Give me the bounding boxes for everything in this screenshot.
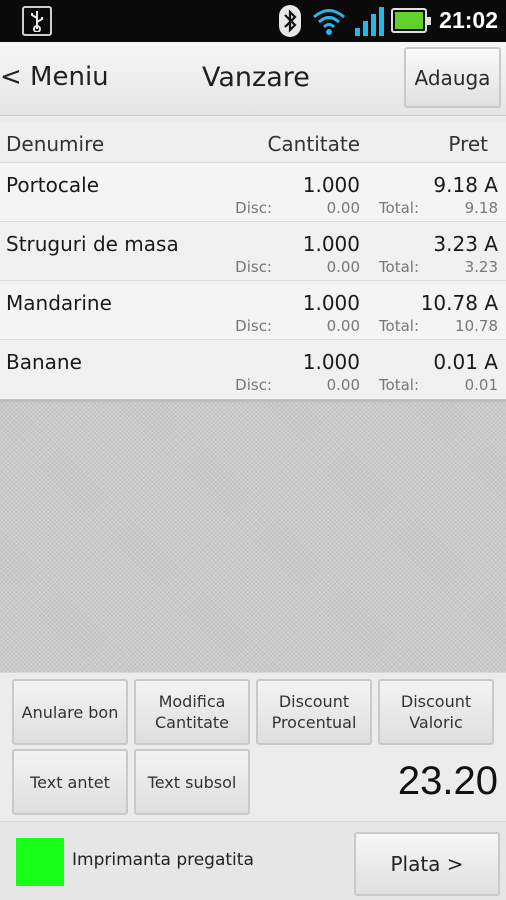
table-row[interactable]: Mandarine 1.000 10.78 A Disc: 0.00 Total… (0, 280, 506, 339)
total-value: 3.23 (464, 258, 498, 276)
item-quantity: 1.000 (302, 350, 360, 374)
printer-status-indicator (16, 838, 64, 886)
back-to-menu-link[interactable]: < Meniu (0, 62, 109, 92)
footer-text-button[interactable]: Text subsol (134, 749, 250, 815)
usb-icon (22, 6, 52, 36)
cancel-receipt-button[interactable]: Anulare bon (12, 679, 128, 745)
item-name: Struguri de masa (6, 232, 179, 256)
status-bar: 21:02 (0, 0, 506, 42)
bluetooth-icon (279, 5, 301, 37)
discount-label: Disc: (235, 258, 272, 276)
discount-value-button[interactable]: Discount Valoric (378, 679, 494, 745)
wifi-icon (313, 9, 345, 35)
sale-items-table: Denumire Cantitate Pret Portocale 1.000 … (0, 122, 506, 402)
receipt-total: 23.20 (397, 759, 498, 803)
table-row[interactable]: Portocale 1.000 9.18 A Disc: 0.00 Total:… (0, 162, 506, 221)
modify-quantity-button[interactable]: Modifica Cantitate (134, 679, 250, 745)
discount-value: 0.00 (326, 317, 360, 335)
total-value: 9.18 (464, 199, 498, 217)
total-label: Total: (378, 317, 419, 335)
add-button[interactable]: Adauga (404, 47, 501, 108)
header-text-button[interactable]: Text antet (12, 749, 128, 815)
battery-charging-icon (391, 8, 431, 33)
discount-value: 0.00 (326, 376, 360, 394)
printer-status-text: Imprimanta pregatita (72, 850, 254, 870)
discount-label: Disc: (235, 199, 272, 217)
empty-list-area (0, 402, 506, 672)
item-price: 10.78 A (420, 291, 498, 315)
pay-button[interactable]: Plata > (354, 832, 500, 896)
item-name: Mandarine (6, 291, 112, 315)
item-quantity: 1.000 (302, 291, 360, 315)
item-name: Banane (6, 350, 82, 374)
discount-label: Disc: (235, 376, 272, 394)
total-label: Total: (378, 376, 419, 394)
discount-label: Disc: (235, 317, 272, 335)
item-quantity: 1.000 (302, 232, 360, 256)
total-value: 0.01 (464, 376, 498, 394)
item-name: Portocale (6, 173, 99, 197)
discount-value: 0.00 (326, 199, 360, 217)
total-value: 10.78 (455, 317, 498, 335)
column-header-name: Denumire (6, 132, 105, 156)
item-price: 3.23 A (433, 232, 498, 256)
column-header-quantity: Cantitate (267, 132, 360, 156)
discount-percent-button[interactable]: Discount Procentual (256, 679, 372, 745)
table-row[interactable]: Struguri de masa 1.000 3.23 A Disc: 0.00… (0, 221, 506, 280)
item-price: 9.18 A (433, 173, 498, 197)
title-bar: < Meniu Vanzare Adauga (0, 42, 506, 116)
discount-value: 0.00 (326, 258, 360, 276)
footer-bar: Imprimanta pregatita Plata > (0, 821, 506, 900)
signal-icon (355, 7, 384, 36)
item-price: 0.01 A (433, 350, 498, 374)
clock: 21:02 (439, 7, 498, 33)
total-label: Total: (378, 199, 419, 217)
total-label: Total: (378, 258, 419, 276)
item-quantity: 1.000 (302, 173, 360, 197)
column-header-price: Pret (448, 132, 488, 156)
page-title: Vanzare (202, 62, 310, 93)
action-panel: Anulare bon Modifica Cantitate Discount … (0, 672, 506, 900)
table-row[interactable]: Banane 1.000 0.01 A Disc: 0.00 Total: 0.… (0, 339, 506, 398)
table-header: Denumire Cantitate Pret (0, 122, 506, 162)
